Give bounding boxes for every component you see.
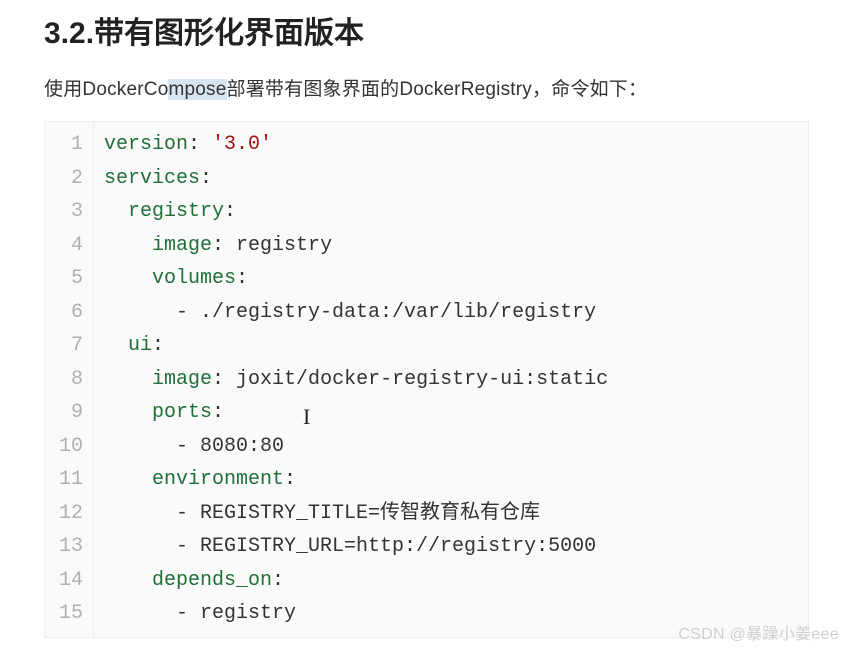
code-token-plain: - 8080:80	[104, 435, 284, 458]
code-token-punc: :	[272, 569, 284, 592]
code-line: image: registry	[104, 229, 608, 263]
line-number: 9	[55, 396, 83, 430]
code-token-plain	[104, 569, 152, 592]
code-line: ui:	[104, 329, 608, 363]
code-line: volumes:	[104, 262, 608, 296]
line-number: 12	[55, 497, 83, 531]
code-gutter: 123456789101112131415	[45, 122, 94, 637]
code-line: services:	[104, 162, 608, 196]
code-token-punc: :	[188, 133, 200, 156]
code-line: image: joxit/docker-registry-ui:static	[104, 363, 608, 397]
code-token-key: services	[104, 167, 200, 190]
code-token-plain	[104, 468, 152, 491]
line-number: 5	[55, 262, 83, 296]
watermark: CSDN @暴躁小姜eee	[678, 620, 839, 644]
code-line: ports:	[104, 396, 608, 430]
line-number: 8	[55, 363, 83, 397]
code-token-plain	[104, 267, 152, 290]
section-heading: 3.2.带有图形化界面版本	[44, 8, 809, 52]
intro-text-before: 使用DockerCo	[44, 79, 168, 100]
code-token-punc: :	[200, 167, 212, 190]
code-token-key: depends_on	[152, 569, 272, 592]
line-number: 7	[55, 329, 83, 363]
intro-paragraph: 使用DockerCompose部署带有图象界面的DockerRegistry，命…	[44, 74, 809, 101]
code-token-str: '3.0'	[212, 133, 272, 156]
code-token-key: registry	[128, 200, 224, 223]
code-token-punc: :	[212, 401, 224, 424]
code-token-key: volumes	[152, 267, 236, 290]
code-token-plain	[104, 334, 128, 357]
code-block: 123456789101112131415 version: '3.0'serv…	[44, 121, 809, 638]
code-token-punc: :	[236, 267, 248, 290]
code-token-plain	[104, 200, 128, 223]
code-line: - REGISTRY_TITLE=传智教育私有仓库	[104, 497, 608, 531]
line-number: 4	[55, 229, 83, 263]
code-token-punc: :	[212, 368, 224, 391]
code-line: registry:	[104, 195, 608, 229]
code-token-plain: - REGISTRY_TITLE=传智教育私有仓库	[104, 502, 540, 525]
line-number: 14	[55, 564, 83, 598]
code-token-plain	[200, 133, 212, 156]
code-token-punc: :	[224, 200, 236, 223]
code-line: environment:	[104, 463, 608, 497]
code-token-punc: :	[212, 234, 224, 257]
code-line: - registry	[104, 597, 608, 631]
code-token-key: ports	[152, 401, 212, 424]
code-line: - REGISTRY_URL=http://registry:5000	[104, 530, 608, 564]
line-number: 3	[55, 195, 83, 229]
line-number: 10	[55, 430, 83, 464]
code-token-plain: - ./registry-data:/var/lib/registry	[104, 301, 596, 324]
code-line: - ./registry-data:/var/lib/registry	[104, 296, 608, 330]
code-token-plain	[104, 368, 152, 391]
line-number: 13	[55, 530, 83, 564]
code-line: version: '3.0'	[104, 128, 608, 162]
code-token-plain	[104, 401, 152, 424]
code-token-plain: - registry	[104, 602, 296, 625]
code-content: version: '3.0'services: registry: image:…	[94, 122, 618, 637]
code-token-key: version	[104, 133, 188, 156]
code-token-plain: - REGISTRY_URL=http://registry:5000	[104, 535, 596, 558]
code-token-key: ui	[128, 334, 152, 357]
code-token-key: image	[152, 368, 212, 391]
code-token-plain	[104, 234, 152, 257]
line-number: 6	[55, 296, 83, 330]
code-token-plain: registry	[224, 234, 332, 257]
intro-text-selected: mpose	[168, 79, 226, 100]
code-token-punc: :	[152, 334, 164, 357]
line-number: 2	[55, 162, 83, 196]
code-token-plain: joxit/docker-registry-ui:static	[224, 368, 608, 391]
code-token-punc: :	[284, 468, 296, 491]
code-token-key: image	[152, 234, 212, 257]
intro-text-after: 部署带有图象界面的DockerRegistry，命令如下：	[227, 79, 648, 100]
code-line: - 8080:80	[104, 430, 608, 464]
line-number: 11	[55, 463, 83, 497]
line-number: 1	[55, 128, 83, 162]
line-number: 15	[55, 597, 83, 631]
code-line: depends_on:	[104, 564, 608, 598]
code-token-key: environment	[152, 468, 284, 491]
